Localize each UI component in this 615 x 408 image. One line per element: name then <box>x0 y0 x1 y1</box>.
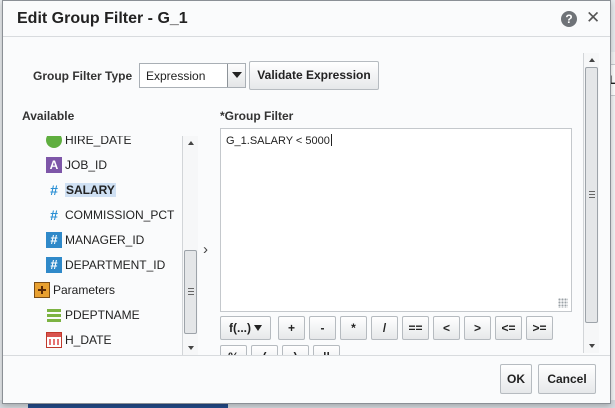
edit-group-filter-dialog: Edit Group Filter - G_1 ? ✕ Group Filter… <box>2 0 611 404</box>
operator-divide-button[interactable]: / <box>371 316 398 340</box>
cancel-button[interactable]: Cancel <box>538 364 596 394</box>
dialog-scrollbar[interactable] <box>583 53 599 353</box>
scrollbar-thumb[interactable] <box>184 250 197 334</box>
operator-greater-equal-button[interactable]: >= <box>526 316 553 340</box>
tree-item-label: HIRE_DATE <box>65 136 132 147</box>
scroll-up-icon[interactable] <box>589 58 595 62</box>
operator-plus-button[interactable]: + <box>278 316 305 340</box>
number-type-icon: # <box>50 207 58 223</box>
group-filter-value: G_1.SALARY < 5000 <box>226 134 332 147</box>
number-type-icon: # <box>46 257 62 273</box>
help-icon[interactable]: ? <box>561 11 577 27</box>
chevron-right-icon[interactable]: › <box>203 241 208 258</box>
tree-item-h-date[interactable]: H_DATE <box>46 330 111 350</box>
available-label: Available <box>22 109 75 123</box>
date-time-icon <box>46 136 62 148</box>
tree-item-commission-pct[interactable]: # COMMISSION_PCT <box>46 205 174 225</box>
operator-greater-than-button[interactable]: > <box>464 316 491 340</box>
scrollbar-thumb[interactable] <box>585 67 598 323</box>
ok-button[interactable]: OK <box>500 364 532 394</box>
close-icon[interactable]: ✕ <box>586 8 600 28</box>
validate-expression-button[interactable]: Validate Expression <box>249 61 379 90</box>
date-parameter-icon <box>46 332 62 348</box>
tree-item-manager-id[interactable]: # MANAGER_ID <box>46 230 144 250</box>
function-menu-button[interactable]: f(...) <box>220 316 271 340</box>
operator-less-than-button[interactable]: < <box>433 316 460 340</box>
scroll-down-icon[interactable] <box>589 344 595 348</box>
text-type-icon: A <box>46 157 62 173</box>
operator-equals-button[interactable]: == <box>402 316 429 340</box>
number-type-icon: # <box>50 182 58 198</box>
tree-item-department-id[interactable]: # DEPARTMENT_ID <box>46 255 165 275</box>
scroll-up-icon[interactable] <box>188 141 194 145</box>
tree-item-label: JOB_ID <box>65 158 108 172</box>
tree-item-label: COMMISSION_PCT <box>65 208 175 222</box>
operator-modulo-button[interactable]: % <box>220 345 247 355</box>
operator-multiply-button[interactable]: * <box>340 316 367 340</box>
operator-close-paren-button[interactable]: ) <box>282 345 309 355</box>
tree-item-label: DEPARTMENT_ID <box>65 258 166 272</box>
tree-item-job-id[interactable]: A JOB_ID <box>46 155 107 175</box>
chevron-down-icon <box>232 72 242 78</box>
group-filter-type-select[interactable]: Expression <box>139 63 246 88</box>
tree-item-label: H_DATE <box>65 333 112 347</box>
tree-item-label: Parameters <box>53 283 116 297</box>
available-tree: HIRE_DATE A JOB_ID # SALARY # COMMISSION… <box>22 136 199 355</box>
chevron-down-icon <box>254 325 262 331</box>
tree-item-pdeptname[interactable]: PDEPTNAME <box>46 305 140 325</box>
operator-less-equal-button[interactable]: <= <box>495 316 522 340</box>
tree-item-salary[interactable]: # SALARY <box>46 180 116 200</box>
resize-grip-icon[interactable] <box>558 298 568 308</box>
group-filter-type-label: Group Filter Type <box>33 69 133 83</box>
parameters-folder-icon[interactable] <box>34 282 50 298</box>
scroll-down-icon[interactable] <box>188 346 194 350</box>
dialog-content: Group Filter Type Expression Validate Ex… <box>3 38 593 355</box>
dropdown-button[interactable] <box>227 64 245 87</box>
dialog-title-bar[interactable]: Edit Group Filter - G_1 ? ✕ <box>3 1 610 37</box>
group-filter-textarea[interactable]: G_1.SALARY < 5000 <box>220 128 572 312</box>
available-tree-scrollbar[interactable] <box>182 136 198 355</box>
group-filter-type-value: Expression <box>146 69 206 83</box>
tree-item-label: PDEPTNAME <box>65 308 140 322</box>
operator-open-paren-button[interactable]: ( <box>251 345 278 355</box>
dialog-title: Edit Group Filter - G_1 <box>17 10 188 27</box>
operator-concat-button[interactable]: || <box>313 345 340 355</box>
tree-item-parameters[interactable]: Parameters <box>34 280 115 300</box>
number-type-icon: # <box>46 232 62 248</box>
group-filter-label: *Group Filter <box>220 109 294 123</box>
operator-minus-button[interactable]: - <box>309 316 336 340</box>
dialog-footer: OK Cancel <box>3 355 610 403</box>
tree-item-label: MANAGER_ID <box>65 233 145 247</box>
list-parameter-icon <box>46 307 62 323</box>
tree-item-hire-date[interactable]: HIRE_DATE <box>46 136 131 150</box>
tree-item-label: SALARY <box>65 183 116 197</box>
